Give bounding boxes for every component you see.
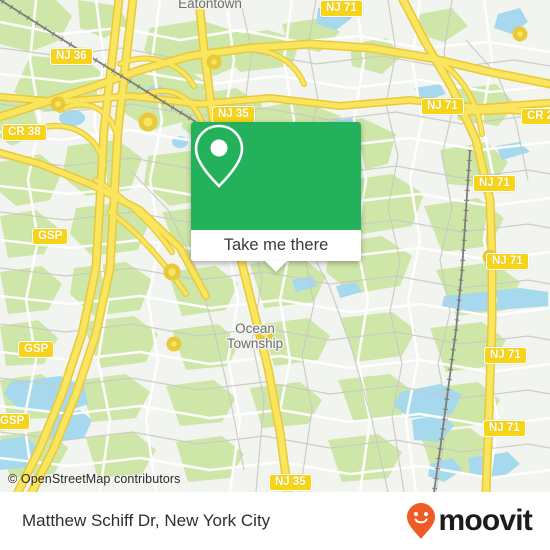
map-pin-icon bbox=[194, 124, 244, 188]
route-shield-nj71[interactable]: NJ 71 bbox=[421, 98, 464, 115]
route-shield-cr38[interactable]: CR 38 bbox=[2, 124, 47, 141]
route-shield-nj35[interactable]: NJ 35 bbox=[212, 106, 255, 123]
route-shield-nj71[interactable]: NJ 71 bbox=[320, 0, 363, 17]
moovit-logo[interactable]: moovit bbox=[406, 502, 533, 540]
place-label-ocean-township: Ocean Township bbox=[226, 321, 284, 351]
route-shield-gsp[interactable]: GSP bbox=[0, 413, 31, 430]
route-shield-cr25[interactable]: CR 2 bbox=[521, 108, 550, 125]
route-shield-nj71[interactable]: NJ 71 bbox=[473, 175, 516, 192]
route-shield-nj71[interactable]: NJ 71 bbox=[484, 347, 527, 364]
take-me-there-card[interactable]: Take me there bbox=[191, 122, 361, 272]
route-shield-gsp[interactable]: GSP bbox=[32, 228, 69, 245]
place-label-eatontown: Eatontown bbox=[178, 0, 242, 11]
card-pointer-tail bbox=[265, 261, 287, 272]
card-pin-area bbox=[191, 122, 361, 230]
take-me-there-button[interactable]: Take me there bbox=[191, 230, 361, 261]
take-me-there-label: Take me there bbox=[223, 236, 329, 254]
moovit-wordmark: moovit bbox=[438, 504, 532, 537]
map-attribution[interactable]: © OpenStreetMap contributors bbox=[8, 472, 181, 486]
location-title: Matthew Schiff Dr, New York City bbox=[22, 511, 271, 530]
route-shield-nj36[interactable]: NJ 36 bbox=[50, 48, 93, 65]
footer-bar: Matthew Schiff Dr, New York City moovit bbox=[0, 492, 550, 550]
route-shield-gsp[interactable]: GSP bbox=[18, 341, 55, 358]
screenshot-root: Eatontown Ocean Township NJ 71 NJ 36 NJ … bbox=[0, 0, 550, 550]
route-shield-nj71[interactable]: NJ 71 bbox=[483, 420, 526, 437]
map-canvas[interactable]: Eatontown Ocean Township NJ 71 NJ 36 NJ … bbox=[0, 0, 550, 492]
route-shield-nj35[interactable]: NJ 35 bbox=[269, 474, 312, 491]
moovit-smiley-pin-icon bbox=[407, 503, 436, 539]
route-shield-nj71[interactable]: NJ 71 bbox=[486, 253, 529, 270]
